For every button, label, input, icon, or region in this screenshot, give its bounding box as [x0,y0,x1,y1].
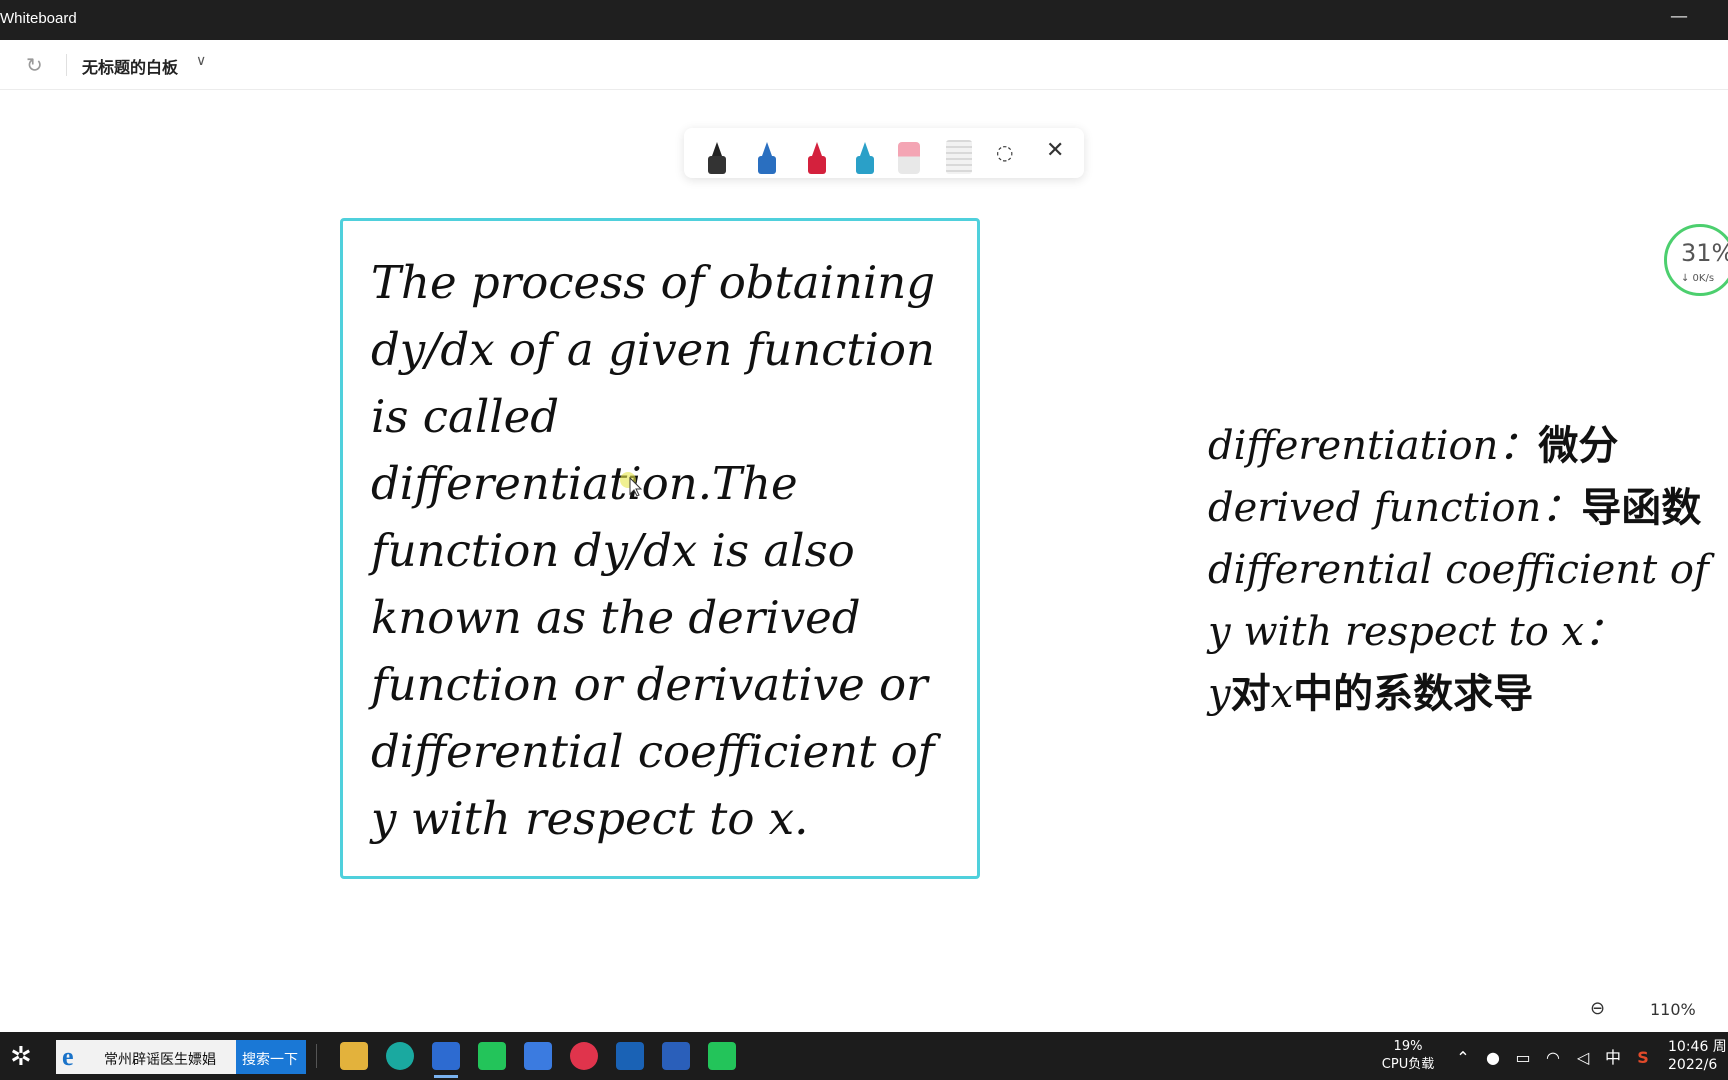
divider [66,54,67,76]
zoom-level[interactable]: 110% [1650,1000,1696,1019]
browser-search-box[interactable]: e 常州辟谣医生嫖娼 [56,1040,236,1074]
search-button[interactable]: 搜索一下 [236,1040,306,1074]
cpu-load[interactable]: 19% CPU负载 [1376,1038,1440,1074]
recorder-icon[interactable] [570,1042,598,1070]
vocabulary-notes[interactable]: differentiation：微分 derived function：导函数 … [1208,415,1728,725]
iqiyi-icon[interactable] [708,1042,736,1070]
wifi-icon[interactable]: ◠ [1538,1048,1568,1067]
note-line-2: derived function：导函数 [1208,485,1702,531]
cpu-label: CPU负载 [1381,1057,1435,1072]
minimize-button[interactable]: — [1670,6,1688,27]
app-icon[interactable] [524,1042,552,1070]
ie-icon: e [62,1042,74,1071]
sogou-icon[interactable]: S [1628,1048,1658,1067]
taskbar: ✲ e 常州辟谣医生嫖娼 搜索一下 19% CPU负载 ⌃ ● ▭ ◠ ◁ 中 S 10:4… [0,1032,1728,1080]
speed-percent: 31% [1681,239,1728,267]
microphone-icon[interactable]: ● [1478,1048,1508,1067]
start-icon[interactable]: ✲ [10,1042,32,1072]
file-explorer-icon[interactable] [340,1042,368,1070]
whiteboard-app-icon[interactable] [432,1042,460,1078]
highlighter-icon[interactable] [854,142,876,174]
divider [316,1044,317,1068]
redo-icon[interactable]: ↻ [26,53,43,77]
time: 10:46 周 [1668,1039,1727,1055]
battery-icon[interactable]: ▭ [1508,1048,1538,1067]
window-title: Whiteboard [0,10,77,27]
pen-toolbar: ◌ ✕ [684,128,1084,178]
note-line-3: differential coefficient of [1208,547,1709,593]
zoom-control: ⊖ 110% [1576,988,1728,1032]
clock[interactable]: 10:46 周 2022/6 [1668,1038,1727,1074]
close-icon[interactable]: ✕ [1046,138,1064,163]
browser-icon[interactable] [616,1042,644,1070]
search-text: 常州辟谣医生嫖娼 [104,1052,216,1068]
title-bar: Whiteboard — [0,0,1728,40]
lasso-icon[interactable]: ◌ [996,140,1022,166]
store-icon[interactable] [662,1042,690,1070]
red-pen-icon[interactable] [806,142,828,174]
eraser-icon[interactable] [898,142,920,174]
speed-widget[interactable]: 31% ↓ 0K/s [1664,224,1728,296]
document-title[interactable]: 无标题的白板 [82,54,178,78]
ruler-icon[interactable] [946,140,972,174]
ime-indicator[interactable]: 中 [1598,1044,1628,1068]
chevron-up-icon[interactable]: ⌃ [1448,1048,1478,1067]
zoom-out-icon[interactable]: ⊖ [1590,998,1605,1019]
card-text: The process of obtaining dy/dx of a give… [371,256,936,845]
chevron-down-icon[interactable]: ∨ [196,53,206,69]
blue-pen-icon[interactable] [756,142,778,174]
note-line-1: differentiation：微分 [1208,423,1619,469]
note-line-5: y对x中的系数求导 [1208,671,1534,717]
iqiyi-icon[interactable] [478,1042,506,1070]
system-tray: ⌃ ● ▭ ◠ ◁ 中 S [1448,1044,1658,1068]
note-line-4: y with respect to x： [1208,609,1625,655]
black-pen-icon[interactable] [706,142,728,174]
volume-icon[interactable]: ◁ [1568,1048,1598,1067]
cursor-icon [620,472,643,496]
speed-rate: ↓ 0K/s [1681,273,1715,284]
cpu-percent: 19% [1393,1039,1423,1054]
top-bar: ↻ 无标题的白板 ∨ [0,40,1728,90]
text-card[interactable]: The process of obtaining dy/dx of a give… [340,218,980,879]
app-icon[interactable] [386,1042,414,1070]
date: 2022/6 [1668,1057,1718,1073]
